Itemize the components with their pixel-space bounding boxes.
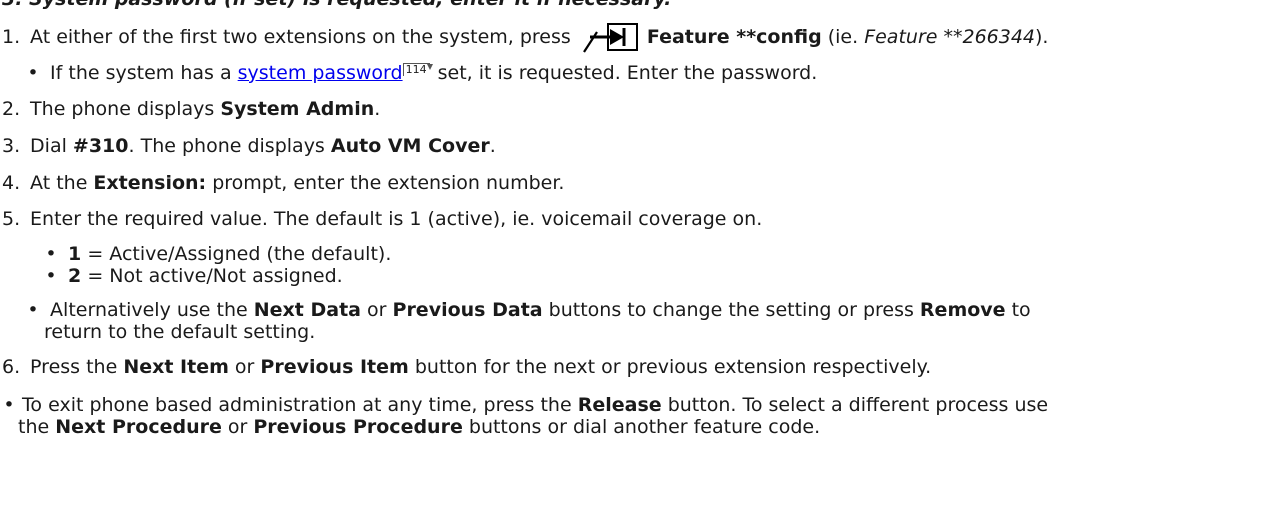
feature-button-icon xyxy=(581,23,639,59)
bullet-icon: • xyxy=(45,243,57,265)
step-number: 1. xyxy=(2,26,21,48)
text: Press the xyxy=(30,356,124,378)
step-text: At either of the first two extensions on… xyxy=(30,26,571,48)
step-4: 4. At the Extension: prompt, enter the e… xyxy=(2,171,564,195)
text: set, it is requested. Enter the password… xyxy=(431,62,818,84)
text: or xyxy=(221,416,254,438)
system-password-link[interactable]: system password xyxy=(238,62,403,84)
text: Enter the required value. The default is… xyxy=(30,208,763,230)
text: If the system has a xyxy=(50,62,238,84)
text: = Not active/Not assigned. xyxy=(81,265,343,287)
display-text: System Admin xyxy=(220,98,375,120)
text: . xyxy=(489,135,496,157)
text: or xyxy=(228,356,261,378)
page-reference[interactable]: 114 xyxy=(402,63,433,76)
feature-arrow-icon xyxy=(582,23,638,53)
button-name: Previous Item xyxy=(260,356,409,378)
text: . xyxy=(374,98,381,120)
exit-note-cont: the Next Procedure or Previous Procedure… xyxy=(18,415,820,439)
step-1-note: • If the system has a system password 114… xyxy=(22,61,817,85)
button-name: Previous Procedure xyxy=(253,416,463,438)
text: button. To select a different process us… xyxy=(661,394,1049,416)
text: the xyxy=(18,416,56,438)
step-2: 2. The phone displays System Admin. xyxy=(2,97,380,121)
option-value: 1 xyxy=(68,243,82,265)
button-name: Previous Data xyxy=(392,299,543,321)
bullet-icon: • xyxy=(27,299,39,321)
text: ). xyxy=(1035,26,1049,48)
text: prompt, enter the extension number. xyxy=(206,172,565,194)
step-5-alternative: • Alternatively use the Next Data or Pre… xyxy=(22,298,1031,322)
step-number: 4. xyxy=(2,172,21,194)
exit-note: • To exit phone based administration at … xyxy=(2,393,1048,417)
button-name: Next Procedure xyxy=(55,416,222,438)
text: (ie. xyxy=(821,26,865,48)
value-option-2: • 2 = Not active/Not assigned. xyxy=(40,264,343,288)
text: or xyxy=(361,299,393,321)
bullet-icon: • xyxy=(45,265,57,287)
text: return to the default setting. xyxy=(44,321,316,343)
step-5-alternative-cont: return to the default setting. xyxy=(44,320,315,344)
text: The phone displays xyxy=(30,98,221,120)
text: to xyxy=(1005,299,1031,321)
button-name: Remove xyxy=(919,299,1006,321)
step-number: 2. xyxy=(2,98,21,120)
prompt-text: Extension: xyxy=(93,172,207,194)
bullet-icon: • xyxy=(27,62,39,84)
button-name: Next Item xyxy=(123,356,229,378)
dial-code: #310 xyxy=(72,135,129,157)
help-document: 3. System password (if set) is requested… xyxy=(0,0,1274,522)
step-number: 3. xyxy=(2,135,21,157)
button-name: Next Data xyxy=(253,299,361,321)
step-6: 6. Press the Next Item or Previous Item … xyxy=(2,355,931,379)
text: = Active/Assigned (the default). xyxy=(81,243,392,265)
button-name: Release xyxy=(577,394,662,416)
step-number: 6. xyxy=(2,356,21,378)
text: . The phone displays xyxy=(128,135,331,157)
step-3: 3. Dial #310. The phone displays Auto VM… xyxy=(2,134,496,158)
text: At the xyxy=(30,172,94,194)
key-sequence: Feature **config xyxy=(646,26,822,48)
step-1: 1. At either of the first two extensions… xyxy=(2,23,1048,59)
text: Dial xyxy=(30,135,73,157)
text: To exit phone based administration at an… xyxy=(22,394,578,416)
display-text: Auto VM Cover xyxy=(330,135,490,157)
option-value: 2 xyxy=(68,265,82,287)
bullet-icon: • xyxy=(3,394,15,416)
example-code: Feature **266344 xyxy=(864,26,1036,48)
text: button for the next or previous extensio… xyxy=(408,356,932,378)
text: buttons to change the setting or press xyxy=(542,299,920,321)
value-option-1: • 1 = Active/Assigned (the default). xyxy=(40,242,391,266)
text: buttons or dial another feature code. xyxy=(462,416,821,438)
text: Alternatively use the xyxy=(50,299,254,321)
step-5: 5. Enter the required value. The default… xyxy=(2,207,762,231)
step-number: 5. xyxy=(2,208,21,230)
previous-step-cutoff: 3. System password (if set) is requested… xyxy=(2,0,671,10)
